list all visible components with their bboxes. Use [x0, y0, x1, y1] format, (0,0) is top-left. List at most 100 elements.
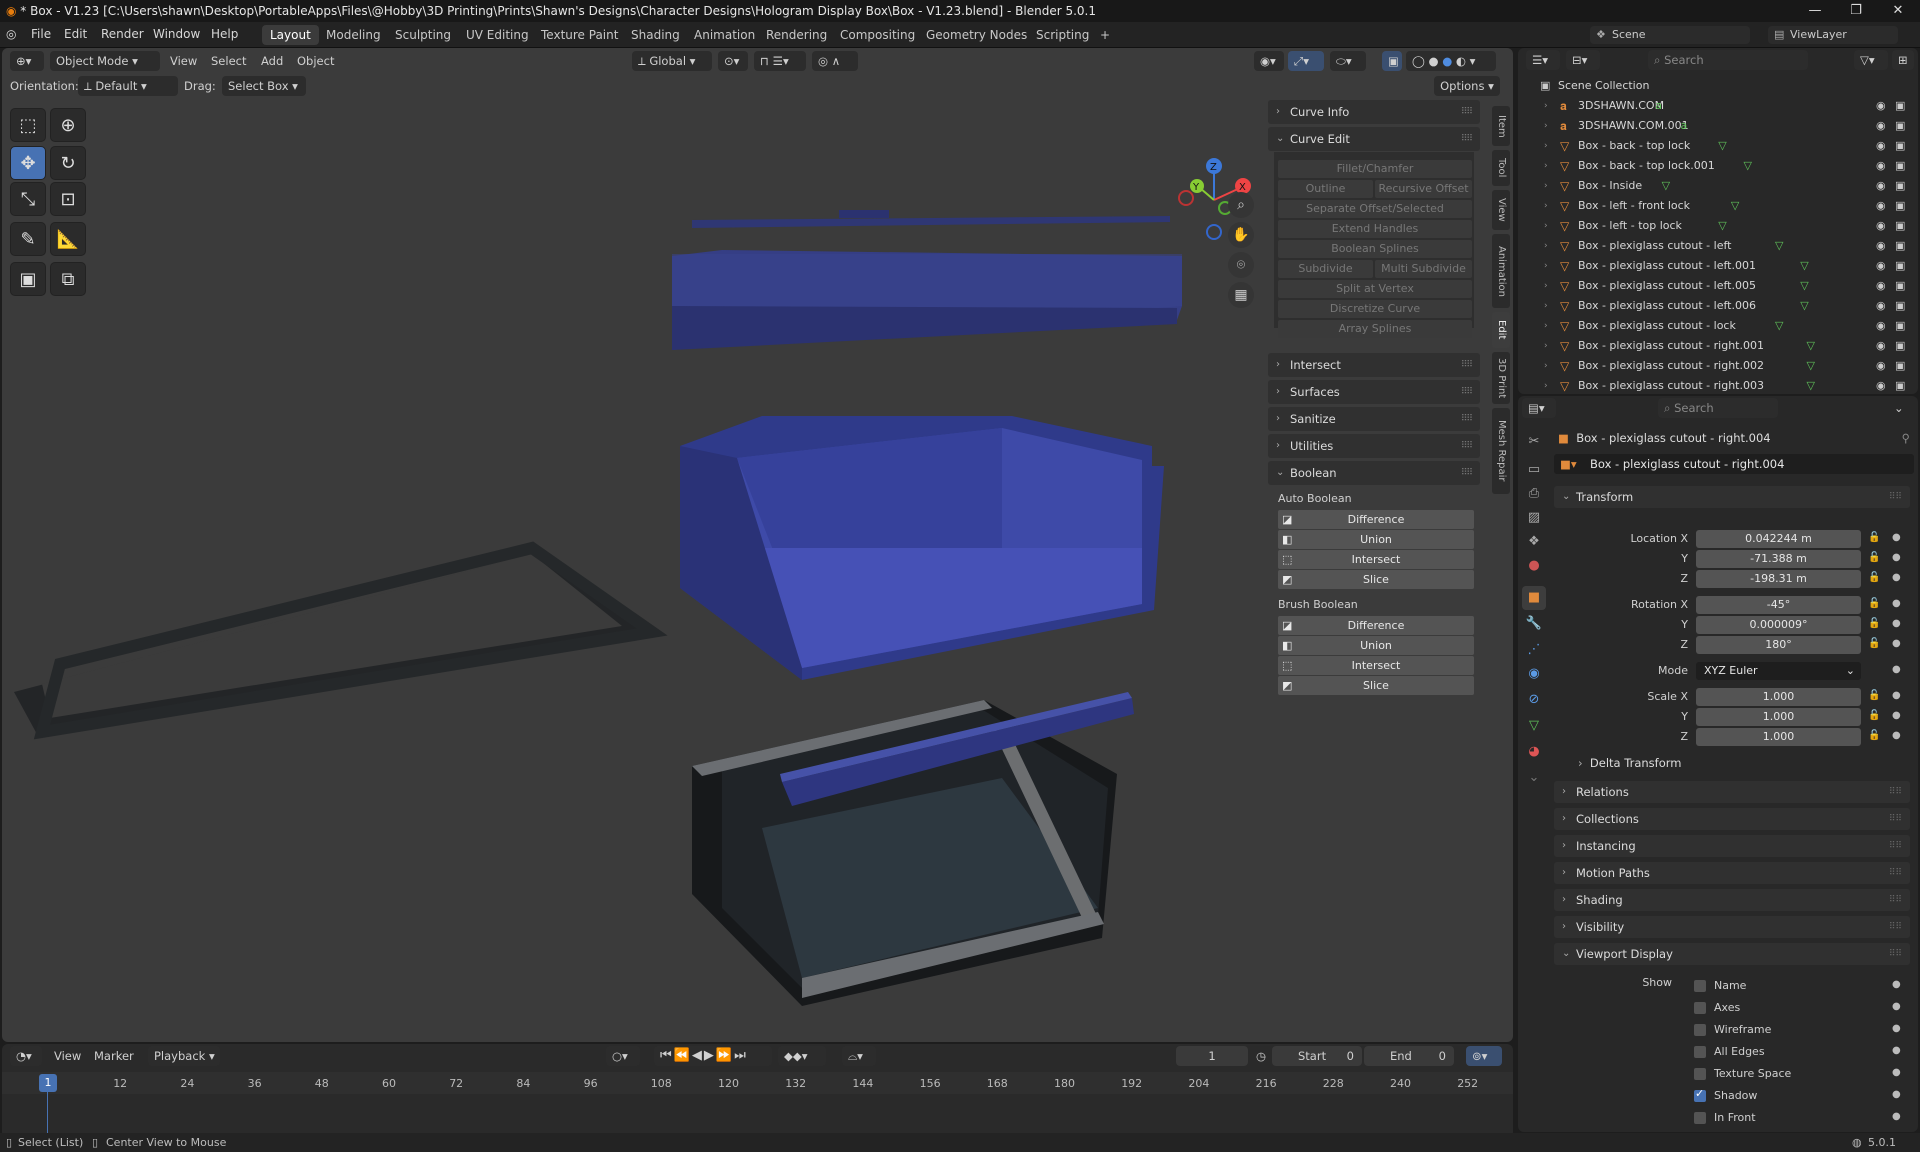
expand-arrow-icon[interactable]: ›: [1544, 276, 1548, 296]
end-frame-field[interactable]: End 0: [1364, 1046, 1454, 1066]
rotation-mode-select[interactable]: XYZ Euler ⌄: [1696, 662, 1861, 680]
lock-icon[interactable]: 🔓: [1868, 552, 1880, 563]
material-tab-icon[interactable]: ◕: [1522, 740, 1546, 764]
auto-keying-icon[interactable]: ⌓▾: [842, 1046, 876, 1066]
text-data-icon[interactable]: a: [1655, 96, 1662, 116]
mesh-data-icon[interactable]: ▽: [1744, 156, 1752, 176]
camera-icon[interactable]: ▣: [1895, 276, 1905, 296]
eye-icon[interactable]: ◉: [1876, 216, 1886, 236]
lock-icon[interactable]: 🔓: [1868, 710, 1880, 721]
outliner-row[interactable]: › ▽ Box - plexiglass cutout - right.003 ▽ ◉ ▣: [1518, 376, 1918, 394]
rotation-x-field[interactable]: -45°: [1696, 596, 1861, 614]
camera-icon[interactable]: ▣: [1895, 296, 1905, 316]
mesh-data-icon[interactable]: ▽: [1775, 316, 1783, 336]
outliner-row[interactable]: › ▽ Box - plexiglass cutout - left.006 ▽ ◉ ▣: [1518, 296, 1918, 316]
auto-difference-button[interactable]: ◪ Difference: [1278, 510, 1474, 529]
curve-edit-header[interactable]: ⌄ Curve Edit ⠿⠿: [1268, 127, 1480, 151]
expand-arrow-icon[interactable]: ›: [1544, 216, 1548, 236]
playhead[interactable]: 1: [39, 1074, 57, 1092]
mesh-data-icon[interactable]: ▽: [1800, 256, 1808, 276]
keyframe-dot-icon[interactable]: ●: [1892, 638, 1901, 649]
outliner-row[interactable]: › 𝐚 3DSHAWN.COM.001 a ◉ ▣: [1518, 116, 1918, 136]
view-layer-tab-icon[interactable]: ▨: [1522, 506, 1546, 530]
expand-arrow-icon[interactable]: ›: [1544, 136, 1548, 156]
mesh-data-icon[interactable]: ▽: [1807, 356, 1815, 376]
keyframe-jump-icon[interactable]: ◆◆▾: [778, 1046, 826, 1066]
cursor-tool[interactable]: ⊕: [50, 108, 86, 142]
minimize-icon[interactable]: —: [1795, 0, 1835, 22]
timeline-editor[interactable]: ◔▾ View Marker Playback ▾ ○▾ ⏮⏪◀▶⏩⏭ ◆◆▾ …: [2, 1044, 1513, 1138]
scene-collection-row[interactable]: ▣ Scene Collection: [1518, 76, 1918, 96]
keying-icon[interactable]: ○▾: [606, 1046, 640, 1066]
lock-icon[interactable]: 🔓: [1868, 532, 1880, 543]
camera-icon[interactable]: ▣: [1895, 136, 1905, 156]
tab-animation[interactable]: Animation: [1492, 234, 1510, 308]
outliner-row[interactable]: › ▽ Box - plexiglass cutout - lock ▽ ◉ ▣: [1518, 316, 1918, 336]
particles-tab-icon[interactable]: ⋰: [1522, 638, 1546, 662]
boolean-splines-button[interactable]: Boolean Splines: [1278, 240, 1472, 258]
object-tab-icon[interactable]: ■: [1522, 586, 1546, 610]
expand-arrow-icon[interactable]: ›: [1544, 376, 1548, 394]
keyframe-dot-icon[interactable]: ●: [1892, 1111, 1901, 1122]
playback-menu[interactable]: Playback ▾: [148, 1046, 220, 1066]
keyframe-dot-icon[interactable]: ●: [1892, 1045, 1901, 1056]
outliner-row[interactable]: › ▽ Box - plexiglass cutout - right.001 ▽ ◉ ▣: [1518, 336, 1918, 356]
auto-union-button[interactable]: ◧ Union: [1278, 530, 1474, 549]
transform-tool[interactable]: ⊡: [50, 182, 86, 216]
expand-arrow-icon[interactable]: ›: [1544, 96, 1548, 116]
location-z-field[interactable]: -198.31 m: [1696, 570, 1861, 588]
zoom-icon[interactable]: ⌕: [1228, 192, 1254, 218]
fillet-chamfer-button[interactable]: Fillet/Chamfer: [1278, 160, 1472, 178]
scale-y-field[interactable]: 1.000: [1696, 708, 1861, 726]
tab-compositing[interactable]: Compositing: [832, 25, 923, 45]
lock-icon[interactable]: 🔓: [1868, 618, 1880, 629]
display-mode-icon[interactable]: ⊟▾: [1566, 50, 1600, 70]
collections-header[interactable]: › Collections ⠿⠿: [1554, 808, 1910, 830]
maximize-icon[interactable]: ❐: [1836, 0, 1876, 22]
rotate-tool[interactable]: ↻: [50, 146, 86, 180]
timeline-view-icon[interactable]: ⊚▾: [1466, 1046, 1502, 1066]
outliner-row[interactable]: › ▽ Box - plexiglass cutout - left.005 ▽ ◉ ▣: [1518, 276, 1918, 296]
visibility-header[interactable]: › Visibility ⠿⠿: [1554, 916, 1910, 938]
physics-tab-icon[interactable]: ◉: [1522, 662, 1546, 686]
multi-subdivide-button[interactable]: Multi Subdivide: [1375, 260, 1472, 278]
sanitize-header[interactable]: › Sanitize ⠿⠿: [1268, 407, 1480, 431]
motion-paths-header[interactable]: › Motion Paths ⠿⠿: [1554, 862, 1910, 884]
lock-icon[interactable]: 🔓: [1868, 690, 1880, 701]
playback-controls[interactable]: ⏮⏪◀▶⏩⏭: [654, 1046, 772, 1066]
separate-offset-button[interactable]: Separate Offset/Selected: [1278, 200, 1472, 218]
keyframe-dot-icon[interactable]: ●: [1892, 979, 1901, 990]
expand-arrow-icon[interactable]: ›: [1544, 196, 1548, 216]
object-name-field[interactable]: ■▾ Box - plexiglass cutout - right.004: [1554, 454, 1914, 474]
eye-icon[interactable]: ◉: [1876, 156, 1886, 176]
tab-sculpting[interactable]: Sculpting: [387, 25, 459, 45]
camera-view-icon[interactable]: ⌾: [1228, 252, 1254, 278]
brush-union-button[interactable]: ◧ Union: [1278, 636, 1474, 655]
camera-icon[interactable]: ▣: [1895, 316, 1905, 336]
camera-icon[interactable]: ▣: [1895, 376, 1905, 394]
outliner-row[interactable]: › ▽ Box - back - top lock ▽ ◉ ▣: [1518, 136, 1918, 156]
intersect-header[interactable]: › Intersect ⠿⠿: [1268, 353, 1480, 377]
3d-viewport[interactable]: ⊕▾ Object Mode ▾ View Select Add Object …: [2, 48, 1513, 1042]
tab-tool[interactable]: Tool: [1492, 150, 1510, 186]
scene-selector[interactable]: ❖ Scene: [1590, 26, 1750, 44]
measure-tool[interactable]: 📐: [50, 222, 86, 256]
keyframe-dot-icon[interactable]: ●: [1892, 572, 1901, 583]
eye-icon[interactable]: ◉: [1876, 276, 1886, 296]
camera-icon[interactable]: ▣: [1895, 236, 1905, 256]
location-y-field[interactable]: -71.388 m: [1696, 550, 1861, 568]
current-frame-field[interactable]: 1: [1176, 1046, 1248, 1066]
camera-icon[interactable]: ▣: [1895, 356, 1905, 376]
keyframe-dot-icon[interactable]: ●: [1892, 532, 1901, 543]
keyframe-dot-icon[interactable]: ●: [1892, 1089, 1901, 1100]
camera-icon[interactable]: ▣: [1895, 336, 1905, 356]
scale-tool[interactable]: ⤡: [10, 182, 46, 216]
render-tab-icon[interactable]: ▭: [1522, 458, 1546, 482]
keyframe-dot-icon[interactable]: ●: [1892, 598, 1901, 609]
brush-intersect-button[interactable]: ⬚ Intersect: [1278, 656, 1474, 675]
eye-icon[interactable]: ◉: [1876, 256, 1886, 276]
mesh-data-icon[interactable]: ▽: [1731, 196, 1739, 216]
mesh-data-icon[interactable]: ▽: [1718, 216, 1726, 236]
world-tab-icon[interactable]: ●: [1522, 554, 1546, 578]
split-at-vertex-button[interactable]: Split at Vertex: [1278, 280, 1472, 298]
